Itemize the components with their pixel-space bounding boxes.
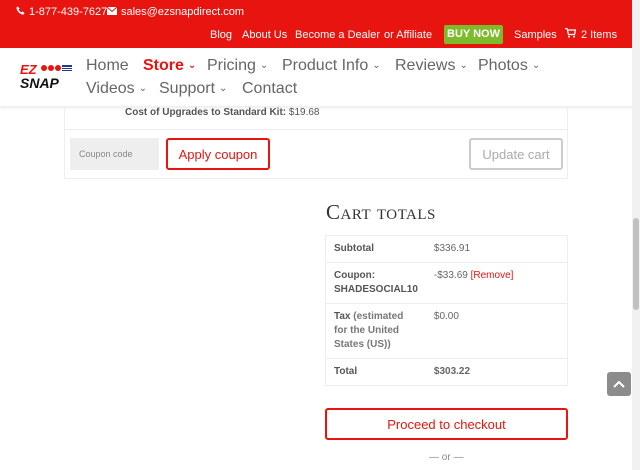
nav-photos-label: Photos (478, 57, 528, 74)
buy-now-button[interactable]: BUY NOW (444, 25, 503, 44)
nav-link-samples[interactable]: Samples (514, 29, 557, 41)
proceed-to-checkout-button[interactable]: Proceed to checkout (325, 408, 568, 440)
subtotal-row: Subtotal $336.91 (325, 235, 568, 263)
main-header: EZ SNAP Home Store ⌄ Pricing ⌄ Product I… (0, 48, 640, 106)
scroll-to-top-button[interactable] (607, 372, 631, 396)
apply-coupon-button[interactable]: Apply coupon (166, 138, 270, 170)
nav-home-label: Home (86, 57, 129, 74)
nav-product-info-label: Product Info (282, 57, 369, 74)
tax-row: Tax (estimated for the United States (US… (325, 303, 568, 359)
nav-contact[interactable]: Contact (242, 80, 297, 98)
tax-value: $0.00 (425, 303, 568, 359)
page-scrollbar[interactable] (632, 0, 640, 470)
ez-snap-logo[interactable]: EZ SNAP (19, 62, 75, 91)
nav-pricing[interactable]: Pricing ⌄ (207, 57, 268, 75)
nav-reviews[interactable]: Reviews ⌄ (395, 57, 468, 75)
tax-label: Tax (334, 311, 351, 322)
nav-store-label: Store (143, 57, 184, 74)
coupon-code-input[interactable] (70, 138, 159, 170)
nav-link-become-dealer[interactable]: Become a Dealer (295, 29, 380, 41)
chevron-up-icon (613, 375, 625, 393)
nav-support[interactable]: Support ⌄ (159, 80, 227, 98)
chevron-down-icon: ⌄ (372, 60, 381, 71)
cart-link[interactable]: 2 Items (565, 27, 618, 41)
total-label: Total (325, 358, 426, 386)
chevron-down-icon: ⌄ (187, 60, 197, 71)
nav-videos-label: Videos (86, 80, 135, 97)
email-contact[interactable]: sales@ezsnapdirect.com (106, 6, 244, 18)
total-value: $303.22 (425, 358, 568, 386)
remove-coupon-link[interactable]: [Remove] (471, 270, 514, 281)
shopping-cart-icon (565, 27, 577, 41)
nav-home[interactable]: Home (86, 57, 129, 75)
coupon-label: Coupon: SHADESOCIAL10 (325, 262, 426, 304)
coupon-row: Coupon: SHADESOCIAL10 -$33.69 [Remove] (325, 262, 568, 304)
or-divider: — or — (429, 452, 464, 463)
nav-photos[interactable]: Photos ⌄ (478, 57, 540, 75)
envelope-icon (106, 6, 118, 18)
chevron-down-icon: ⌄ (531, 60, 541, 71)
cart-table-actions: Cost of Upgrades to Standard Kit: $19.68… (64, 106, 568, 179)
subtotal-label: Subtotal (325, 235, 426, 263)
nav-store[interactable]: Store ⌄ (143, 57, 196, 75)
phone-contact[interactable]: 1-877-439-7627 (16, 6, 107, 18)
nav-pricing-label: Pricing (207, 57, 256, 74)
nav-videos[interactable]: Videos ⌄ (86, 80, 147, 98)
nav-link-about-us[interactable]: About Us (242, 29, 287, 41)
divider (65, 129, 567, 130)
upgrades-value: $19.68 (288, 107, 320, 118)
upgrades-label: Cost of Upgrades to Standard Kit: (125, 107, 287, 118)
nav-contact-label: Contact (242, 80, 298, 97)
phone-number[interactable]: 1-877-439-7627 (29, 6, 107, 18)
cart-totals-table: Subtotal $336.91 Coupon: SHADESOCIAL10 -… (325, 235, 568, 386)
svg-text:SNAP: SNAP (20, 75, 60, 90)
coupon-value-cell: -$33.69 [Remove] (425, 262, 568, 304)
upgrades-cost: Cost of Upgrades to Standard Kit: $19.68 (125, 107, 320, 118)
nav-support-label: Support (159, 80, 216, 97)
chevron-down-icon: ⌄ (138, 83, 148, 94)
scrollbar-thumb[interactable] (633, 218, 639, 310)
cart-count: 2 Items (581, 28, 618, 41)
tax-label-cell: Tax (estimated for the United States (US… (325, 303, 426, 359)
top-bar: 1-877-439-7627 sales@ezsnapdirect.com Bl… (0, 0, 640, 48)
update-cart-button[interactable]: Update cart (469, 138, 563, 170)
phone-icon (16, 6, 25, 18)
total-row: Total $303.22 (325, 358, 568, 386)
nav-reviews-label: Reviews (395, 57, 456, 74)
chevron-down-icon: ⌄ (219, 83, 228, 94)
coupon-discount: -$33.69 (433, 270, 468, 281)
chevron-down-icon: ⌄ (459, 60, 468, 71)
subtotal-value: $336.91 (425, 235, 568, 263)
nav-link-blog[interactable]: Blog (210, 29, 232, 41)
cart-totals-heading: Cart totals (326, 200, 436, 224)
email-address[interactable]: sales@ezsnapdirect.com (121, 6, 244, 18)
nav-product-info[interactable]: Product Info ⌄ (282, 57, 381, 75)
nav-link-affiliate[interactable]: or Affiliate (384, 29, 432, 41)
chevron-down-icon: ⌄ (259, 60, 269, 71)
